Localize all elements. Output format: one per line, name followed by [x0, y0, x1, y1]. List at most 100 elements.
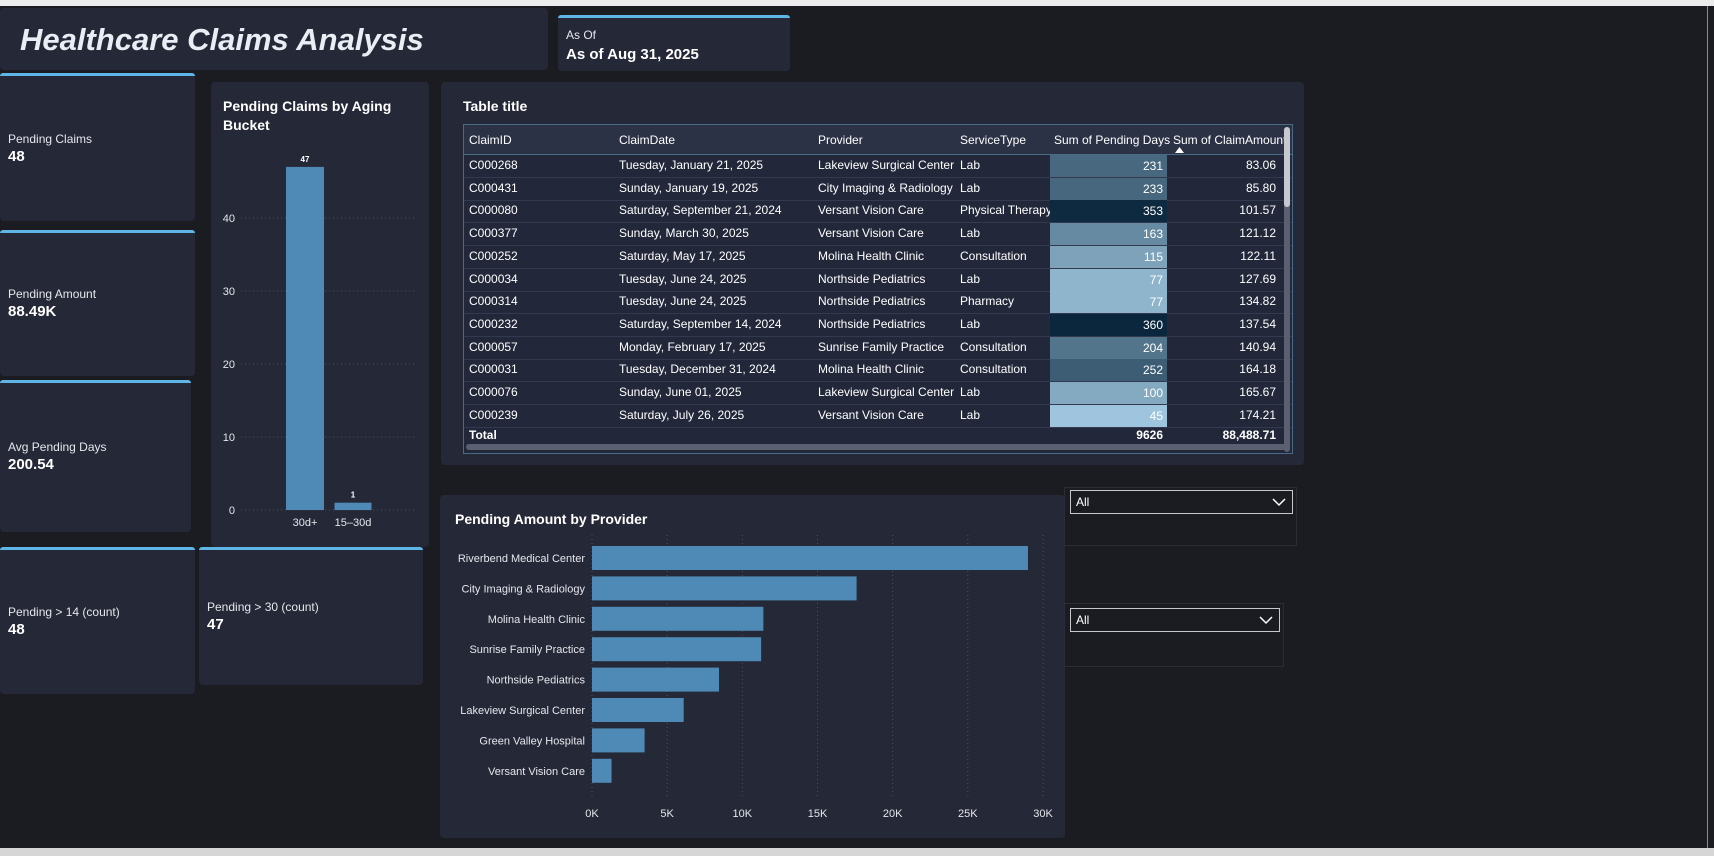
y-tick-label: 40 [223, 213, 235, 225]
bar [334, 502, 372, 510]
cell-provider: Lakeview Surgical Center [818, 158, 955, 172]
table-total-row: Total 9626 88,488.71 [464, 425, 1292, 445]
window-top-strip [0, 0, 1714, 6]
cell-claim-amount: 121.12 [1239, 226, 1276, 241]
table-row[interactable]: C000314 Tuesday, June 24, 2025 Northside P… [464, 291, 1292, 315]
card-accent-bar [0, 73, 195, 76]
bar [592, 728, 645, 753]
x-tick-label: 10K [733, 808, 753, 820]
slicer-container: All [1064, 487, 1297, 546]
y-tick-label: Riverbend Medical Center [458, 553, 586, 565]
cell-pending-days: 252 [1050, 359, 1167, 382]
cell-claimdate: Monday, February 17, 2025 [619, 339, 766, 354]
cell-claim-amount: 164.18 [1239, 362, 1276, 377]
bar [592, 576, 857, 601]
table-row[interactable]: C000268 Tuesday, January 21, 2025 Lakeview… [464, 155, 1292, 178]
column-header-servicetype[interactable]: ServiceType [960, 133, 1026, 147]
column-header-claim-amount[interactable]: Sum of ClaimAmount [1173, 133, 1286, 147]
kpi-value: 48 [8, 148, 25, 165]
table-row[interactable]: C000076 Sunday, June 01, 2025 Lakeview Sur… [464, 382, 1292, 405]
cell-claimid: C000080 [469, 203, 518, 218]
cell-claimdate: Tuesday, January 21, 2025 [619, 158, 764, 172]
cell-claimdate: Sunday, March 30, 2025 [619, 226, 749, 241]
column-header-claimid[interactable]: ClaimID [469, 133, 512, 147]
column-header-claimdate[interactable]: ClaimDate [619, 133, 675, 147]
cell-pending-days: 233 [1050, 177, 1167, 200]
cell-pending-days: 45 [1050, 404, 1167, 427]
as-of-value: As of Aug 31, 2025 [566, 46, 699, 63]
cell-servicetype: Consultation [960, 339, 1027, 354]
column-header-pending-days[interactable]: Sum of Pending Days [1054, 133, 1170, 147]
table-row[interactable]: C000080 Saturday, September 21, 2024 Versa… [464, 200, 1292, 224]
table-row[interactable]: C000057 Monday, February 17, 2025 Sunrise … [464, 336, 1292, 360]
cell-claimdate: Sunday, June 01, 2025 [619, 385, 742, 399]
provider-amount-plot: 0K 5K 10K 15K 20K 25K 30K Riverbend Medical Cen… [458, 535, 1053, 820]
cell-claimdate: Tuesday, June 24, 2025 [619, 271, 747, 286]
cell-provider: City Imaging & Radiology [818, 180, 953, 195]
table-row[interactable]: C000431 Sunday, January 19, 2025 City Imag… [464, 177, 1292, 201]
claims-table[interactable]: ClaimID ClaimDate Provider ServiceType S… [463, 124, 1293, 454]
cell-provider: Northside Pediatrics [818, 316, 926, 331]
y-tick-label: Sunrise Family Practice [469, 644, 585, 656]
cell-provider: Molina Health Clinic [818, 248, 925, 263]
table-row[interactable]: C000252 Saturday, May 17, 2025 Molina Heal… [464, 245, 1292, 269]
window-bottom-strip [0, 848, 1714, 856]
cell-claimdate: Tuesday, December 31, 2024 [619, 362, 776, 377]
slicer-value: All [1076, 613, 1090, 627]
cell-servicetype: Consultation [960, 248, 1027, 263]
cell-claimid: C000034 [469, 271, 518, 286]
bar [592, 667, 720, 692]
x-tick-label: 0K [585, 808, 599, 820]
aging-bucket-chart[interactable]: Pending Claims by Aging Bucket 0 10 20 30 40… [211, 82, 429, 547]
y-tick-label: City Imaging & Radiology [461, 583, 585, 595]
table-title: Table title [463, 98, 528, 114]
x-tick-label: 30d+ [293, 517, 318, 529]
cell-claim-amount: 137.54 [1239, 316, 1276, 331]
cell-servicetype: Lab [960, 385, 981, 399]
card-accent-bar [0, 380, 191, 383]
total-label: Total [469, 428, 497, 442]
cell-claimid: C000314 [469, 294, 518, 309]
cell-claim-amount: 83.06 [1245, 158, 1276, 172]
kpi-card-avg-pending-days[interactable]: Avg Pending Days 200.54 [0, 380, 191, 532]
as-of-card: As Of As of Aug 31, 2025 [558, 15, 790, 71]
cell-provider: Versant Vision Care [818, 226, 924, 241]
cell-claimid: C000031 [469, 362, 518, 377]
cell-pending-days: 100 [1050, 382, 1167, 404]
data-label: 1 [351, 491, 356, 500]
slicer-dropdown[interactable]: All [1070, 490, 1293, 514]
cell-claimid: C000239 [469, 407, 518, 422]
kpi-card-pending-over-30[interactable]: Pending > 30 (count) 47 [199, 547, 423, 685]
y-tick-label: Lakeview Surgical Center [460, 705, 585, 717]
column-header-provider[interactable]: Provider [818, 133, 863, 147]
canvas-right-edge [1707, 6, 1708, 848]
vertical-scrollbar[interactable] [1284, 127, 1290, 452]
y-tick-label: 20 [223, 359, 235, 371]
kpi-label: Pending Amount [8, 287, 97, 301]
y-tick-label: Northside Pediatrics [487, 675, 586, 687]
chevron-down-icon[interactable] [1259, 611, 1273, 627]
cell-servicetype: Lab [960, 158, 981, 172]
title-card: Healthcare Claims Analysis [0, 8, 548, 70]
chevron-down-icon[interactable] [1272, 493, 1286, 509]
provider-amount-chart[interactable]: Pending Amount by Provider 0K 5K 10K 15K 20K… [440, 495, 1065, 838]
table-row[interactable]: C000034 Tuesday, June 24, 2025 Northside P… [464, 268, 1292, 292]
sort-ascending-icon[interactable] [1175, 147, 1184, 153]
cell-claim-amount: 174.21 [1239, 407, 1276, 422]
cell-claimdate: Sunday, January 19, 2025 [619, 180, 759, 195]
cell-servicetype: Pharmacy [960, 294, 1015, 309]
bar [592, 606, 764, 631]
horizontal-scrollbar[interactable] [466, 444, 1290, 450]
slicer-dropdown[interactable]: All [1070, 608, 1280, 632]
table-row[interactable]: C000031 Tuesday, December 31, 2024 Molina … [464, 359, 1292, 383]
scrollbar-thumb[interactable] [1284, 127, 1290, 207]
table-row[interactable]: C000377 Sunday, March 30, 2025 Versant Vis… [464, 223, 1292, 247]
kpi-card-pending-amount[interactable]: Pending Amount 88.49K [0, 230, 195, 376]
kpi-card-pending-claims[interactable]: Pending Claims 48 [0, 73, 195, 221]
kpi-label: Pending > 14 (count) [8, 605, 120, 619]
kpi-card-pending-over-14[interactable]: Pending > 14 (count) 48 [0, 547, 195, 694]
kpi-value: 88.49K [8, 303, 57, 320]
table-row[interactable]: C000232 Saturday, September 14, 2024 North… [464, 313, 1292, 337]
aging-bucket-plot: 0 10 20 30 40 47 30d+ 1 15–30d [223, 155, 416, 529]
kpi-label: Pending Claims [8, 132, 93, 146]
